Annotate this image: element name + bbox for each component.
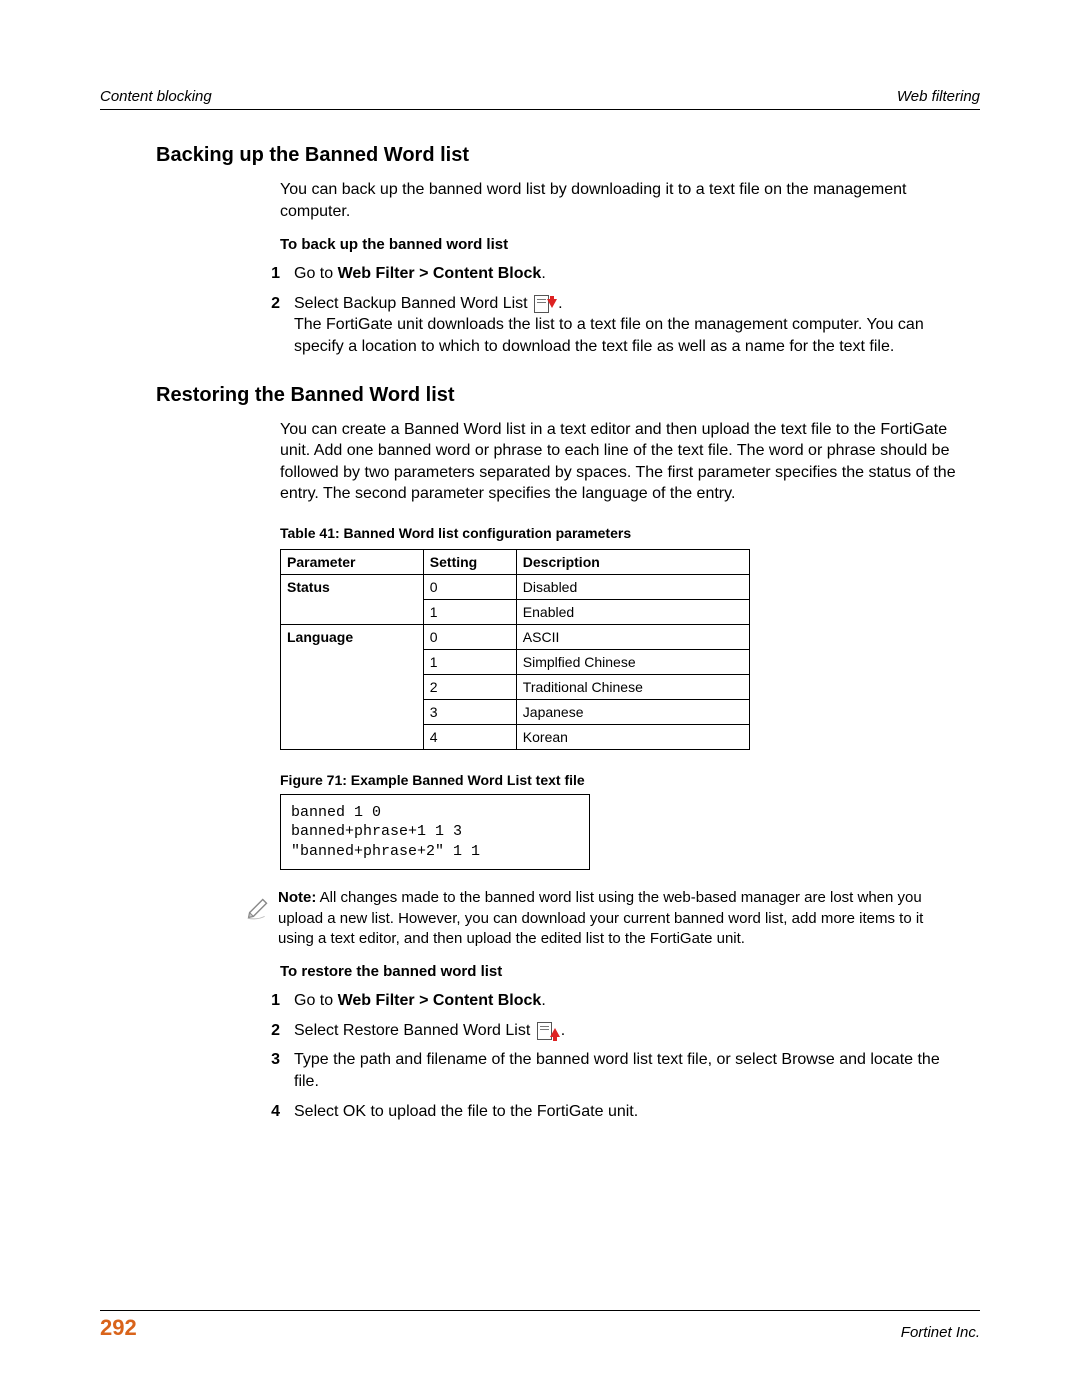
table-cell: Simplfied Chinese	[516, 649, 749, 674]
table-header: Parameter	[281, 549, 424, 574]
header-rule	[100, 109, 980, 110]
note-pencil-icon	[244, 888, 278, 949]
step-body: Go to Web Filter > Content Block.	[294, 990, 960, 1012]
table-cell: 1	[423, 599, 516, 624]
restore-step-1: 1 Go to Web Filter > Content Block.	[280, 990, 960, 1012]
step-body: Select Backup Banned Word List . The For…	[294, 293, 960, 358]
backup-intro: You can back up the banned word list by …	[280, 179, 960, 222]
param-table: Parameter Setting Description Status 0 D…	[280, 549, 750, 750]
page-header: Content blocking Web filtering	[100, 88, 980, 105]
step-number: 3	[246, 1049, 294, 1092]
page-footer: 292 Fortinet Inc.	[100, 1304, 980, 1341]
table-header: Description	[516, 549, 749, 574]
table-cell: 0	[423, 624, 516, 649]
code-box: banned 1 0 banned+phrase+1 1 3 "banned+p…	[280, 794, 590, 871]
footer-rule	[100, 1310, 980, 1311]
table-cell: Enabled	[516, 599, 749, 624]
table-cell: ASCII	[516, 624, 749, 649]
table-row: Language 0 ASCII	[281, 624, 750, 649]
table-header: Setting	[423, 549, 516, 574]
restore-step-4: 4 Select OK to upload the file to the Fo…	[280, 1101, 960, 1123]
restore-step-3: 3 Type the path and filename of the bann…	[280, 1049, 960, 1092]
step-body: Type the path and filename of the banned…	[294, 1049, 960, 1092]
page: Content blocking Web filtering Backing u…	[0, 0, 1080, 1397]
backup-step-1: 1 Go to Web Filter > Content Block.	[280, 263, 960, 285]
table-cell: 3	[423, 699, 516, 724]
note-text: Note: All changes made to the banned wor…	[278, 888, 960, 949]
footer-company: Fortinet Inc.	[901, 1324, 980, 1341]
backup-step-2: 2 Select Backup Banned Word List . The F…	[280, 293, 960, 358]
step-number: 1	[246, 263, 294, 285]
restore-proc-title: To restore the banned word list	[280, 963, 960, 980]
section-heading-backup: Backing up the Banned Word list	[156, 144, 980, 167]
table-header-row: Parameter Setting Description	[281, 549, 750, 574]
page-number: 292	[100, 1315, 137, 1341]
restore-upload-icon	[537, 1022, 559, 1040]
restore-intro: You can create a Banned Word list in a t…	[280, 419, 960, 505]
table-cell: 4	[423, 724, 516, 749]
table-cell: 1	[423, 649, 516, 674]
step-number: 2	[246, 293, 294, 358]
step-body: Select Restore Banned Word List .	[294, 1020, 960, 1042]
table-cell: Japanese	[516, 699, 749, 724]
step-number: 2	[246, 1020, 294, 1042]
table-cell: 2	[423, 674, 516, 699]
restore-step-2: 2 Select Restore Banned Word List .	[280, 1020, 960, 1042]
table-cell: Status	[281, 574, 424, 624]
table-caption: Table 41: Banned Word list configuration…	[280, 525, 960, 541]
table-cell: Korean	[516, 724, 749, 749]
backup-proc-title: To back up the banned word list	[280, 236, 960, 253]
table-row: Status 0 Disabled	[281, 574, 750, 599]
step-number: 1	[246, 990, 294, 1012]
table-cell: Disabled	[516, 574, 749, 599]
note: Note: All changes made to the banned wor…	[244, 888, 960, 949]
header-left: Content blocking	[100, 88, 212, 105]
step-body: Go to Web Filter > Content Block.	[294, 263, 960, 285]
header-right: Web filtering	[897, 88, 980, 105]
backup-content: You can back up the banned word list by …	[280, 179, 960, 358]
table-cell: Traditional Chinese	[516, 674, 749, 699]
backup-download-icon	[534, 295, 556, 313]
table-cell: Language	[281, 624, 424, 749]
step-number: 4	[246, 1101, 294, 1123]
step-body: Select OK to upload the file to the Fort…	[294, 1101, 960, 1123]
section-heading-restore: Restoring the Banned Word list	[156, 384, 980, 407]
figure-caption: Figure 71: Example Banned Word List text…	[280, 772, 960, 788]
table-cell: 0	[423, 574, 516, 599]
restore-content: You can create a Banned Word list in a t…	[280, 419, 960, 1123]
